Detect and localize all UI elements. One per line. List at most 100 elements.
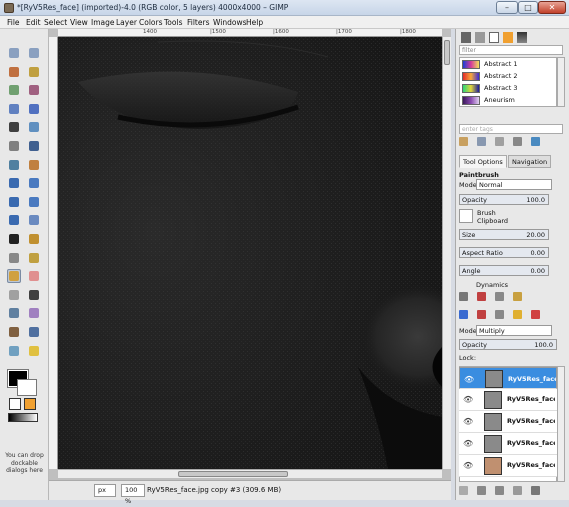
delete-options-icon[interactable] [495, 292, 504, 301]
tab-tool-options[interactable]: Tool Options [459, 155, 507, 168]
undo-tab-icon[interactable] [513, 310, 522, 319]
ellipse-select-tool-icon[interactable] [27, 46, 41, 60]
vertical-ruler[interactable] [49, 37, 58, 469]
list-item[interactable]: Abstract 2 [461, 71, 556, 82]
duplicate-gradient-icon[interactable] [495, 137, 504, 146]
rect-select-tool-icon[interactable] [7, 46, 21, 60]
text-tool-icon[interactable] [7, 232, 21, 246]
new-layer-icon[interactable] [459, 486, 468, 495]
visibility-eye-icon[interactable]: 👁 [463, 461, 473, 470]
eraser-tool-icon[interactable] [27, 269, 41, 283]
layer-row[interactable]: 👁 RyV5Res_face.jpg [459, 455, 557, 477]
reset-options-icon[interactable] [513, 292, 522, 301]
tag-input[interactable]: enter tags [459, 124, 563, 134]
patterns-tab-icon[interactable] [475, 32, 485, 43]
horizontal-scrollbar[interactable] [58, 469, 442, 478]
vertical-scroll-thumb[interactable] [444, 40, 450, 65]
pencil-tool-icon[interactable] [27, 251, 41, 265]
paths-tab-icon[interactable] [495, 310, 504, 319]
save-options-icon[interactable] [459, 292, 468, 301]
zoom-tool-icon[interactable] [27, 120, 41, 134]
scissors-tool-icon[interactable] [27, 83, 41, 97]
visibility-eye-icon[interactable]: 👁 [463, 395, 473, 404]
pattern-preview-icon[interactable] [24, 398, 36, 410]
rotate-tool-icon[interactable] [7, 176, 21, 190]
gradient-preview-icon[interactable] [8, 413, 38, 422]
layer-row[interactable]: 👁 RyV5Res_face.jpg copy #1 [459, 411, 557, 433]
raise-layer-icon[interactable] [477, 486, 486, 495]
ink-tool-icon[interactable] [27, 288, 41, 302]
menu-help[interactable]: Help [246, 18, 263, 27]
list-item[interactable]: Aneurism [461, 95, 556, 106]
menu-file[interactable]: File [7, 18, 20, 27]
lower-layer-icon[interactable] [495, 486, 504, 495]
fonts-tab-icon[interactable] [489, 32, 499, 43]
angle-slider[interactable]: Angle 0.00 [459, 265, 549, 276]
minimize-button[interactable]: – [496, 1, 518, 14]
perspective-clone-tool-icon[interactable] [7, 325, 21, 339]
menu-image[interactable]: Image [91, 18, 115, 27]
perspective-tool-icon[interactable] [27, 195, 41, 209]
duplicate-layer-icon[interactable] [513, 486, 522, 495]
gradients-tab-icon[interactable] [517, 32, 527, 43]
maximize-button[interactable]: □ [518, 1, 538, 14]
menu-tools[interactable]: Tools [164, 18, 182, 27]
foreground-select-tool-icon[interactable] [7, 102, 21, 116]
channels-tab-icon[interactable] [477, 310, 486, 319]
clone-tool-icon[interactable] [7, 306, 21, 320]
layer-list-scrollbar[interactable] [557, 366, 565, 482]
brush-preview-icon[interactable] [9, 398, 21, 410]
layer-row[interactable]: 👁 RyV5Res_face.jpg copy [459, 433, 557, 455]
horizontal-scroll-thumb[interactable] [178, 471, 288, 477]
refresh-gradients-icon[interactable] [531, 137, 540, 146]
free-select-tool-icon[interactable] [7, 65, 21, 79]
crop-tool-icon[interactable] [27, 158, 41, 172]
paths-tool-icon[interactable] [27, 102, 41, 116]
menu-select[interactable]: Select [44, 18, 67, 27]
delete-layer-icon[interactable] [531, 486, 540, 495]
airbrush-tool-icon[interactable] [7, 288, 21, 302]
color-picker-tool-icon[interactable] [7, 120, 21, 134]
layer-mode-select[interactable]: Multiply [476, 325, 552, 336]
gradient-filter-input[interactable]: filter [459, 45, 563, 55]
scale-tool-icon[interactable] [27, 176, 41, 190]
blend-tool-icon[interactable] [7, 251, 21, 265]
unit-select[interactable]: px [94, 484, 116, 497]
gradient-list[interactable]: Abstract 1 Abstract 2 Abstract 3 Aneuris… [459, 57, 557, 107]
layer-row[interactable]: 👁 RyV5Res_face.jpg copy #2 [459, 389, 557, 411]
edit-gradient-icon[interactable] [459, 137, 468, 146]
menu-windows[interactable]: Windows [213, 18, 246, 27]
vertical-scrollbar[interactable] [442, 37, 451, 469]
flip-tool-icon[interactable] [7, 213, 21, 227]
zoom-select[interactable]: 100 % [121, 484, 145, 505]
bucket-fill-tool-icon[interactable] [27, 232, 41, 246]
shear-tool-icon[interactable] [7, 195, 21, 209]
select-by-color-tool-icon[interactable] [7, 83, 21, 97]
list-item[interactable]: Abstract 1 [461, 59, 556, 70]
new-gradient-icon[interactable] [477, 137, 486, 146]
delete-gradient-icon[interactable] [513, 137, 522, 146]
cage-tool-icon[interactable] [27, 213, 41, 227]
menu-view[interactable]: View [70, 18, 88, 27]
gradient-list-scrollbar[interactable] [557, 57, 565, 107]
menu-layer[interactable]: Layer [116, 18, 137, 27]
smudge-tool-icon[interactable] [7, 344, 21, 358]
visibility-eye-icon[interactable]: 👁 [463, 439, 473, 448]
close-button[interactable]: ✕ [538, 1, 566, 14]
size-slider[interactable]: Size 20.00 [459, 229, 549, 240]
background-color-swatch[interactable] [17, 379, 37, 396]
menu-filters[interactable]: Filters [187, 18, 209, 27]
layers-tab-icon[interactable] [459, 310, 468, 319]
menu-edit[interactable]: Edit [26, 18, 41, 27]
paintbrush-tool-icon[interactable] [7, 269, 21, 284]
color-tab-icon[interactable] [531, 310, 540, 319]
aspect-ratio-slider[interactable]: Aspect Ratio 0.00 [459, 247, 549, 258]
palettes-tab-icon[interactable] [503, 32, 513, 43]
opacity-slider[interactable]: Opacity 100.0 [459, 194, 549, 205]
align-tool-icon[interactable] [7, 158, 21, 172]
list-item[interactable]: Abstract 3 [461, 83, 556, 94]
paint-mode-select[interactable]: Normal [476, 179, 552, 190]
layer-row[interactable]: 👁 RyV5Res_face.jpg copy #3 [459, 367, 557, 389]
brushes-tab-icon[interactable] [461, 32, 471, 43]
fuzzy-select-tool-icon[interactable] [27, 65, 41, 79]
